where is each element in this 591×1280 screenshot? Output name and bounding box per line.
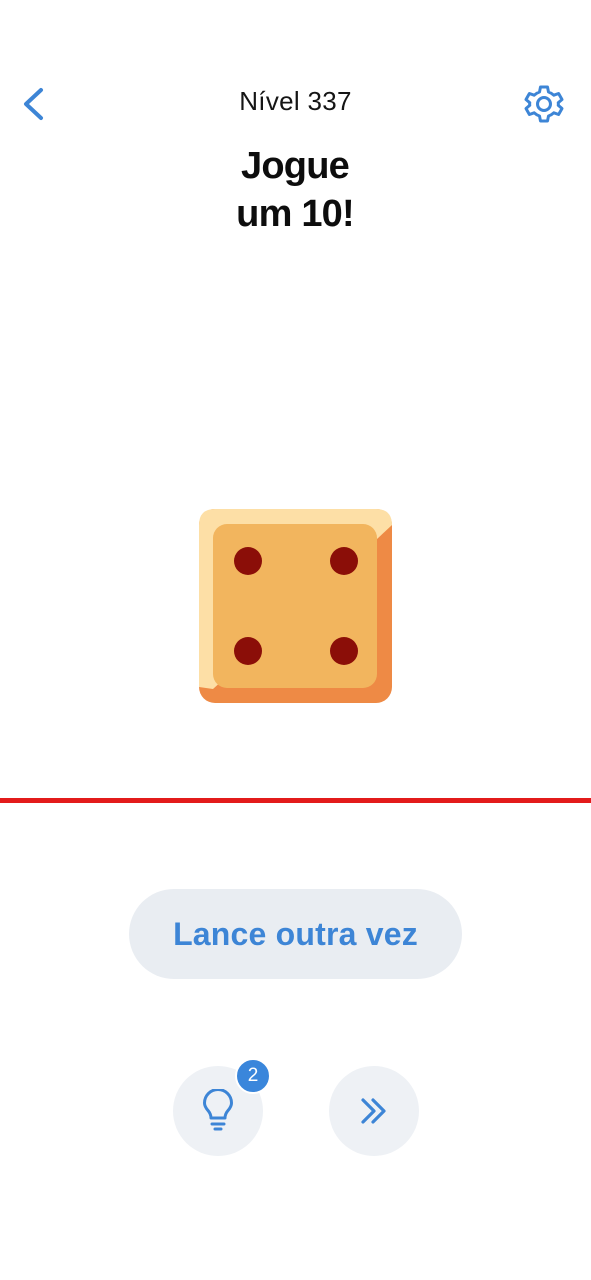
settings-button[interactable]	[522, 82, 566, 126]
puzzle-title-line-2: um 10!	[236, 193, 354, 235]
lightbulb-icon	[203, 1089, 233, 1131]
reroll-label: Lance outra vez	[173, 915, 418, 952]
die-pip	[234, 637, 262, 665]
level-title: Nível 337	[239, 86, 352, 116]
puzzle-title-line-1: Jogue	[241, 145, 350, 187]
die-graphic	[199, 509, 392, 703]
die-pip	[330, 637, 358, 665]
reroll-button[interactable]: Lance outra vez	[129, 889, 462, 979]
limit-line	[0, 798, 591, 803]
die[interactable]	[199, 509, 392, 703]
skip-button[interactable]	[329, 1066, 419, 1156]
double-chevron-right-icon	[361, 1098, 386, 1124]
die-pip	[234, 547, 262, 575]
die-face	[213, 524, 377, 688]
gear-icon	[524, 85, 564, 123]
hint-count-badge: 2	[235, 1058, 271, 1094]
die-pip	[330, 547, 358, 575]
puzzle-title: Jogue um 10!	[95, 142, 495, 238]
